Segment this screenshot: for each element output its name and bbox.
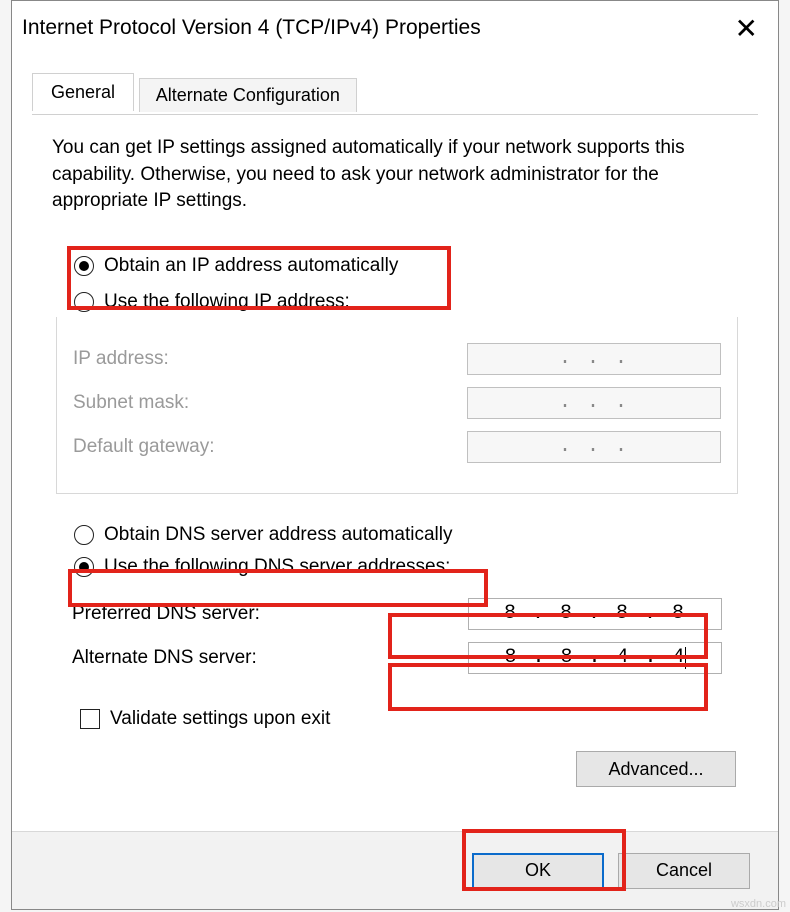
- tab-content: You can get IP settings assigned automat…: [12, 115, 778, 730]
- advanced-button[interactable]: Advanced...: [576, 751, 736, 787]
- field-ip-address: IP address: . . .: [73, 343, 721, 375]
- field-preferred-dns: Preferred DNS server: 8 . 8 . 8 . 8: [72, 598, 722, 630]
- radio-icon: [74, 256, 94, 276]
- radio-dns-manual-row[interactable]: Use the following DNS server addresses:: [74, 556, 750, 578]
- text-caret: [685, 647, 686, 669]
- radio-icon: [74, 557, 94, 577]
- subnet-mask-label: Subnet mask:: [73, 392, 189, 414]
- radio-icon: [74, 292, 94, 312]
- validate-label: Validate settings upon exit: [110, 708, 330, 730]
- radio-icon: [74, 525, 94, 545]
- validate-checkbox-row[interactable]: Validate settings upon exit: [80, 708, 750, 730]
- close-icon[interactable]: ✕: [729, 12, 764, 45]
- subnet-mask-input: . . .: [467, 387, 721, 419]
- field-alternate-dns: Alternate DNS server: 8 . 8 . 4 . 4: [72, 642, 722, 674]
- checkbox-icon: [80, 709, 100, 729]
- ip-address-input: . . .: [467, 343, 721, 375]
- field-default-gateway: Default gateway: . . .: [73, 431, 721, 463]
- radio-ip-auto-label: Obtain an IP address automatically: [104, 255, 398, 277]
- alternate-dns-input[interactable]: 8 . 8 . 4 . 4: [468, 642, 722, 674]
- ip-fields-group: IP address: . . . Subnet mask: . . . Def…: [56, 317, 738, 494]
- watermark: wsxdn.com: [731, 898, 786, 910]
- tab-alternate-configuration[interactable]: Alternate Configuration: [139, 78, 357, 112]
- tab-strip: General Alternate Configuration: [32, 73, 778, 115]
- radio-ip-auto-row[interactable]: Obtain an IP address automatically: [74, 255, 750, 277]
- radio-dns-auto-row[interactable]: Obtain DNS server address automatically: [74, 524, 750, 546]
- radio-ip-manual-row[interactable]: Use the following IP address:: [74, 291, 750, 313]
- default-gateway-input: . . .: [467, 431, 721, 463]
- dialog-footer: OK Cancel: [12, 831, 778, 909]
- ok-button[interactable]: OK: [472, 853, 604, 889]
- radio-dns-manual-label: Use the following DNS server addresses:: [104, 556, 450, 578]
- alternate-dns-label: Alternate DNS server:: [72, 647, 257, 669]
- field-subnet-mask: Subnet mask: . . .: [73, 387, 721, 419]
- ip-address-label: IP address:: [73, 348, 169, 370]
- radio-dns-auto-label: Obtain DNS server address automatically: [104, 524, 452, 546]
- cancel-button[interactable]: Cancel: [618, 853, 750, 889]
- default-gateway-label: Default gateway:: [73, 436, 215, 458]
- preferred-dns-label: Preferred DNS server:: [72, 603, 260, 625]
- tab-general[interactable]: General: [32, 73, 134, 111]
- radio-ip-manual-label: Use the following IP address:: [104, 291, 350, 313]
- title-bar: Internet Protocol Version 4 (TCP/IPv4) P…: [12, 1, 778, 55]
- dns-fields-group: Preferred DNS server: 8 . 8 . 8 . 8 Alte…: [56, 582, 738, 674]
- preferred-dns-input[interactable]: 8 . 8 . 8 . 8: [468, 598, 722, 630]
- intro-text: You can get IP settings assigned automat…: [52, 135, 750, 215]
- window-title: Internet Protocol Version 4 (TCP/IPv4) P…: [22, 16, 481, 40]
- ipv4-properties-dialog: Internet Protocol Version 4 (TCP/IPv4) P…: [11, 0, 779, 910]
